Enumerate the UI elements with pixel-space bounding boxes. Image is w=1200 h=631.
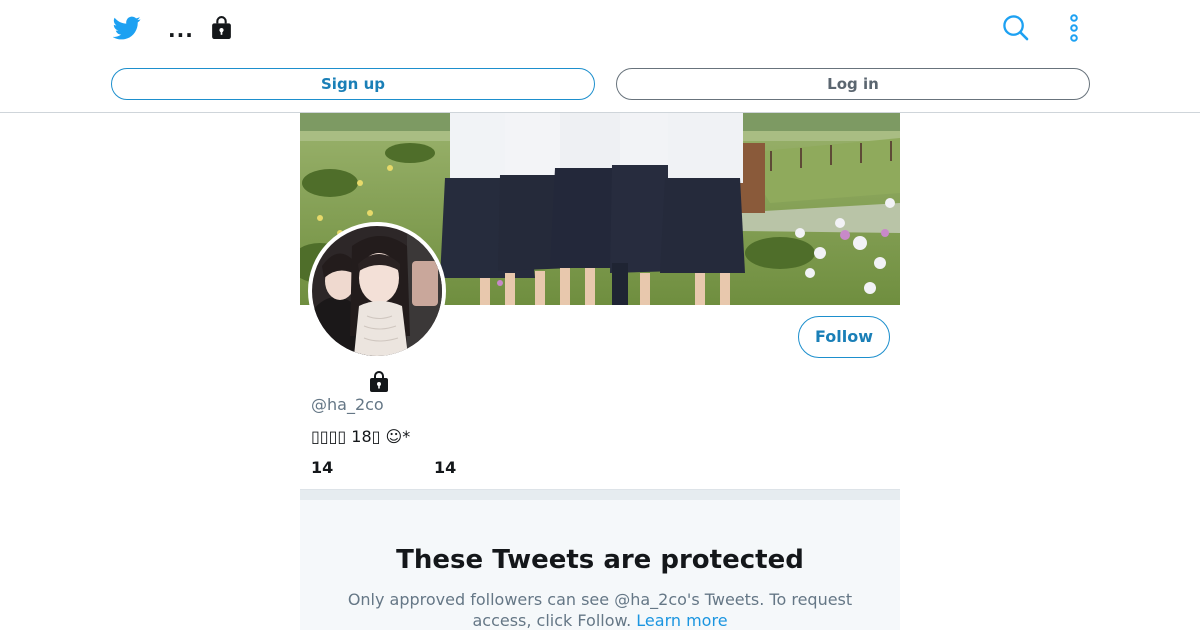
- protected-message-text: Only approved followers can see @ha_2co'…: [347, 590, 853, 630]
- protected-message: Only approved followers can see @ha_2co'…: [340, 589, 860, 631]
- following-count[interactable]: 14: [311, 458, 333, 477]
- followers-count[interactable]: 14: [434, 458, 456, 477]
- top-navigation-bar: ... Sign up Log in: [0, 0, 1200, 113]
- search-icon[interactable]: [1002, 14, 1029, 41]
- more-dots-icon[interactable]: ...: [168, 18, 194, 42]
- vertical-dots-icon[interactable]: [1064, 14, 1084, 42]
- follow-button[interactable]: Follow: [798, 316, 890, 358]
- learn-more-link[interactable]: Learn more: [636, 611, 727, 630]
- profile-bio: ▯▯▯▯ 18▯ ☺*: [311, 427, 411, 446]
- lock-bag-icon[interactable]: [209, 15, 234, 40]
- log-in-button[interactable]: Log in: [616, 68, 1090, 100]
- protected-tweets-notice: These Tweets are protected Only approved…: [300, 500, 900, 630]
- sign-up-button[interactable]: Sign up: [111, 68, 595, 100]
- profile-column: Follow @ha_2co ▯▯▯▯ 18▯ ☺* 14 14 These T…: [300, 113, 900, 630]
- profile-handle: @ha_2co: [311, 395, 384, 414]
- protected-title: These Tweets are protected: [396, 545, 804, 575]
- section-divider: [300, 489, 900, 500]
- profile-avatar[interactable]: [308, 222, 446, 360]
- protected-lock-icon: [370, 371, 388, 392]
- avatar-photo: [312, 226, 442, 356]
- twitter-bird-icon[interactable]: [113, 14, 141, 42]
